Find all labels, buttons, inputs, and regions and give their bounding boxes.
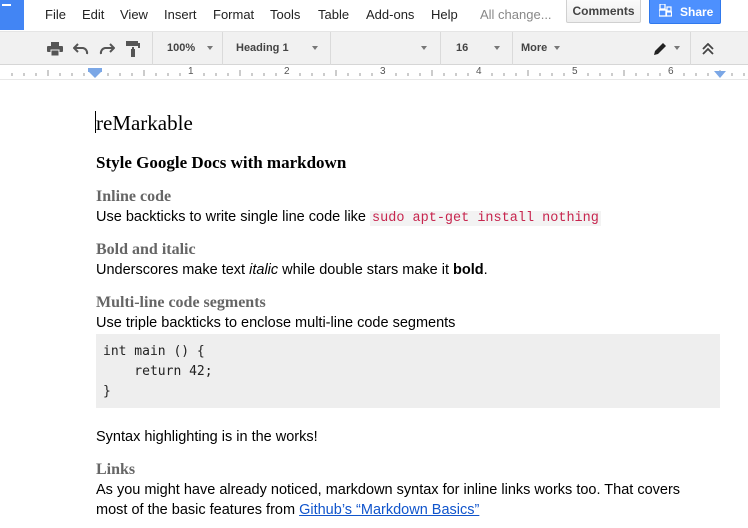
more-button[interactable]: More [521,41,547,55]
style-caret-icon [312,46,318,50]
inline-code-sample: sudo apt-get install nothing [370,211,601,226]
zoom-caret-icon [207,46,213,50]
menu-help[interactable]: Help [431,7,458,23]
editing-mode-pencil-icon[interactable] [651,40,669,58]
toolbar-separator [152,32,153,65]
inline-code-text: Use backticks to write single line code … [96,209,371,225]
font-size-select[interactable]: 16 [456,41,468,55]
left-indent-marker-icon[interactable] [88,68,102,78]
editing-mode-caret-icon [674,46,680,50]
comments-button[interactable]: Comments [566,0,641,23]
menu-addons[interactable]: Add-ons [366,7,414,23]
menu-tools[interactable]: Tools [270,7,300,23]
heading-links[interactable]: Links [96,460,135,479]
code-line: return 42; [103,364,213,379]
code-line: int main () { [103,344,205,359]
toolbar-separator [512,32,513,65]
font-size-caret-icon [494,46,500,50]
paint-format-icon[interactable] [124,40,142,58]
multiline-paragraph[interactable]: Use triple backticks to enclose multi-li… [96,314,455,333]
share-button[interactable]: Share [649,0,721,24]
ruler-number: 5 [572,66,578,77]
toolbar: 100% Heading 1 16 More [0,31,748,65]
ruler-number: 2 [284,66,290,77]
collapse-toolbar-icon[interactable] [699,40,717,58]
undo-icon[interactable] [72,40,90,58]
menu-edit[interactable]: Edit [82,7,104,23]
menu-table[interactable]: Table [318,7,349,23]
syntax-note-paragraph[interactable]: Syntax highlighting is in the works! [96,428,318,447]
share-label: Share [680,4,714,19]
inline-code-paragraph[interactable]: Use backticks to write single line code … [96,208,601,228]
ruler-ticks [11,70,745,76]
italic-word: italic [249,262,279,278]
right-indent-marker-icon[interactable] [713,71,727,79]
print-icon[interactable] [46,40,64,58]
toolbar-separator [330,32,331,65]
doc-title[interactable]: reMarkable [96,111,193,135]
menu-format[interactable]: Format [213,7,254,23]
markdown-basics-link[interactable]: Github’s “Markdown Basics” [299,502,479,518]
bold-word: bold [453,262,484,278]
ruler: 1 2 3 4 5 6 [0,66,748,80]
font-caret-icon [421,46,427,50]
save-status[interactable]: All change... [480,7,552,23]
heading-multiline-code[interactable]: Multi-line code segments [96,293,266,312]
zoom-select[interactable]: 100% [167,41,195,55]
docs-logo-icon[interactable] [0,0,24,30]
heading-bold-italic[interactable]: Bold and italic [96,240,196,259]
toolbar-separator [690,32,691,65]
bold-italic-text-middle: while double stars make it [278,262,454,278]
bold-italic-paragraph[interactable]: Underscores make text italic while doubl… [96,261,488,280]
ruler-number: 1 [188,66,194,77]
ruler-number: 3 [380,66,386,77]
code-line: } [103,384,111,399]
menu-bar: File Edit View Insert Format Tools Table… [0,0,748,30]
links-text-before: most of the basic features from [96,502,300,518]
share-people-icon [659,4,672,17]
links-paragraph-line2[interactable]: most of the basic features from Github’s… [96,501,479,520]
more-caret-icon [554,46,560,50]
bold-italic-text-before: Underscores make text [96,262,250,278]
toolbar-separator [222,32,223,65]
redo-icon[interactable] [98,40,116,58]
links-paragraph-line1[interactable]: As you might have already noticed, markd… [96,481,680,500]
code-block[interactable]: int main () { return 42; } [96,334,720,408]
menu-view[interactable]: View [120,7,148,23]
bold-italic-text-after: . [483,262,488,278]
menu-insert[interactable]: Insert [164,7,197,23]
doc-subtitle[interactable]: Style Google Docs with markdown [96,153,346,173]
style-select[interactable]: Heading 1 [236,41,289,55]
menu-file[interactable]: File [45,7,66,23]
ruler-number: 4 [476,66,482,77]
toolbar-separator [440,32,441,65]
ruler-number: 6 [668,66,674,77]
heading-inline-code[interactable]: Inline code [96,187,171,206]
